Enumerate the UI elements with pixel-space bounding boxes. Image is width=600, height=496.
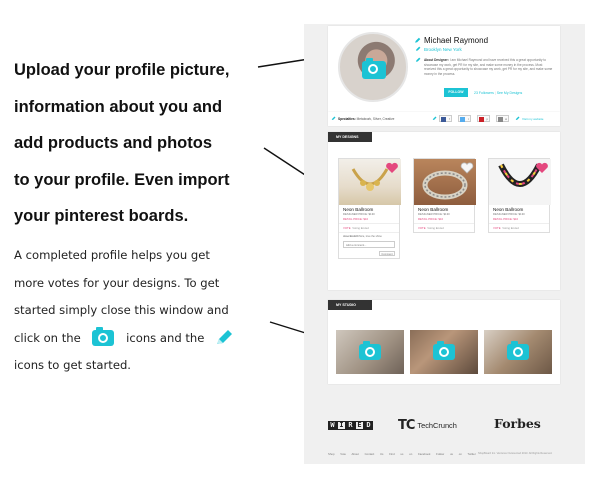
globe-icon (498, 117, 503, 122)
studio-photo[interactable] (336, 330, 404, 374)
heading-line: add products and photos (14, 134, 212, 152)
voting-status: Voting Ended (502, 226, 519, 231)
heading-line: your pinterest boards. (14, 207, 189, 225)
design-image[interactable] (489, 159, 551, 205)
design-image[interactable] (414, 159, 476, 205)
visit-website-link[interactable]: Visit my website (522, 117, 543, 121)
voting-status: Voting Ended (352, 226, 369, 231)
comment-box: Jose Bodolli Nice, love the shine Add a … (339, 232, 399, 258)
camera-icon[interactable] (359, 341, 381, 360)
pencil-icon[interactable] (415, 46, 421, 52)
comment-input[interactable]: Add a comment... (343, 241, 395, 249)
profile-location: Brooklyn New York (424, 47, 462, 52)
heading-line: to your profile. Even import (14, 170, 230, 189)
body-line-middle: icons and the (126, 330, 205, 345)
design-card[interactable]: Neon Ballroom DESIGNER PRICE: $130 RETAI… (338, 158, 401, 260)
see-designs-link[interactable]: See My Designs (497, 91, 522, 95)
press-logos: W I R E D TC TechCrunch Forbes Shop Vote… (304, 404, 585, 464)
body-line: more votes for your designs. To get (14, 275, 220, 290)
design-image[interactable] (339, 159, 401, 205)
pencil-icon[interactable] (331, 116, 336, 121)
about-label: About Designer: (424, 58, 449, 62)
follow-button[interactable]: FOLLOW (444, 88, 468, 97)
vote-button[interactable]: VOTE (493, 226, 501, 230)
specialties-value: Metalwork, Silver, Creative (356, 117, 395, 121)
heading-line: information about you and (14, 97, 223, 116)
followers-link[interactable]: 23 Followers (474, 91, 494, 95)
tab-my-designs[interactable]: MY DESIGNS (328, 132, 372, 142)
pinterest-link[interactable]: p (477, 115, 490, 122)
twitter-icon (460, 117, 465, 122)
my-studio-section: MY STUDIO (328, 300, 560, 384)
design-name: Neon Ballroom (418, 207, 449, 212)
body-line-start: click on the (14, 330, 81, 345)
techcrunch-text: TechCrunch (417, 421, 457, 430)
profile-page-preview: Michael Raymond Brooklyn New York About … (304, 24, 585, 464)
body-line: icons to get started. (14, 358, 131, 372)
camera-icon[interactable] (507, 341, 529, 360)
facebook-icon (441, 117, 446, 122)
specialties-bar: Specialties: Metalwork, Silver, Creative… (328, 112, 560, 126)
comment-button[interactable]: Comment (379, 251, 395, 257)
forbes-logo: Forbes (494, 416, 541, 431)
heading-line: Upload your profile picture, (14, 61, 230, 79)
camera-icon[interactable] (362, 58, 386, 79)
design-footer: VOTE Voting Ended (414, 223, 474, 232)
website-link[interactable]: w (496, 115, 509, 122)
specialties-label: Specialties: (338, 117, 356, 121)
wired-logo: W I R E D (328, 421, 373, 430)
body-line: started simply close this window and (14, 303, 229, 317)
techcrunch-logo: TC TechCrunch (398, 418, 457, 433)
design-retail: RETAIL PRICE: $10 (418, 216, 444, 221)
facebook-link[interactable]: f (439, 115, 452, 122)
tab-my-studio[interactable]: MY STUDIO (328, 300, 372, 310)
camera-icon[interactable] (433, 341, 455, 360)
pencil-icon (217, 330, 233, 344)
design-footer: VOTE Voting Ended (339, 223, 399, 232)
footer-copyright: ShopBoard Inc. Ventures Outsourced 2013.… (478, 452, 553, 455)
avatar[interactable] (338, 32, 408, 102)
vote-button[interactable]: VOTE (343, 226, 351, 230)
design-footer: VOTE Voting Ended (489, 223, 549, 232)
heart-icon[interactable] (460, 162, 474, 174)
pencil-icon[interactable] (432, 116, 437, 121)
comment: Jose Bodolli Nice, love the shine (343, 235, 382, 239)
body-line: A completed profile helps you get (14, 248, 210, 262)
profile-about: About Designer: I am Michael Raymond and… (424, 58, 554, 76)
heart-icon[interactable] (385, 162, 399, 174)
instructions-heading: Upload your profile picture, information… (14, 52, 264, 235)
design-retail: RETAIL PRICE: $10 (343, 216, 369, 221)
heart-icon[interactable] (535, 162, 549, 174)
design-card[interactable]: Neon Ballroom DESIGNER PRICE: $130 RETAI… (488, 158, 551, 234)
pinterest-icon (479, 117, 484, 122)
my-designs-section: MY DESIGNS Neon Ballroom DESIGNER PRICE:… (328, 132, 560, 290)
specialties: Specialties: Metalwork, Silver, Creative (338, 117, 394, 121)
pencil-icon[interactable] (415, 57, 421, 63)
design-name: Neon Ballroom (493, 207, 524, 212)
instructions-body: A completed profile helps you get more v… (14, 242, 269, 380)
vote-button[interactable]: VOTE (418, 226, 426, 230)
design-retail: RETAIL PRICE: $10 (493, 216, 519, 221)
footer-links[interactable]: Shop Vote About Contact Us Find us on Fa… (328, 452, 476, 456)
body-line-icons: click on the icons and the (14, 325, 269, 353)
profile-stats: 23 Followers | See My Designs (474, 91, 523, 95)
profile-name: Michael Raymond (424, 36, 489, 45)
pencil-icon[interactable] (414, 37, 421, 44)
voting-status: Voting Ended (427, 226, 444, 231)
design-name: Neon Ballroom (343, 207, 374, 212)
tc-mark: TC (398, 418, 415, 433)
pencil-icon[interactable] (515, 116, 520, 121)
design-card[interactable]: Neon Ballroom DESIGNER PRICE: $130 RETAI… (413, 158, 476, 234)
studio-photo[interactable] (410, 330, 478, 374)
twitter-link[interactable]: t (458, 115, 471, 122)
studio-photo[interactable] (484, 330, 552, 374)
camera-icon (92, 327, 115, 346)
profile-card: Michael Raymond Brooklyn New York About … (328, 26, 560, 112)
